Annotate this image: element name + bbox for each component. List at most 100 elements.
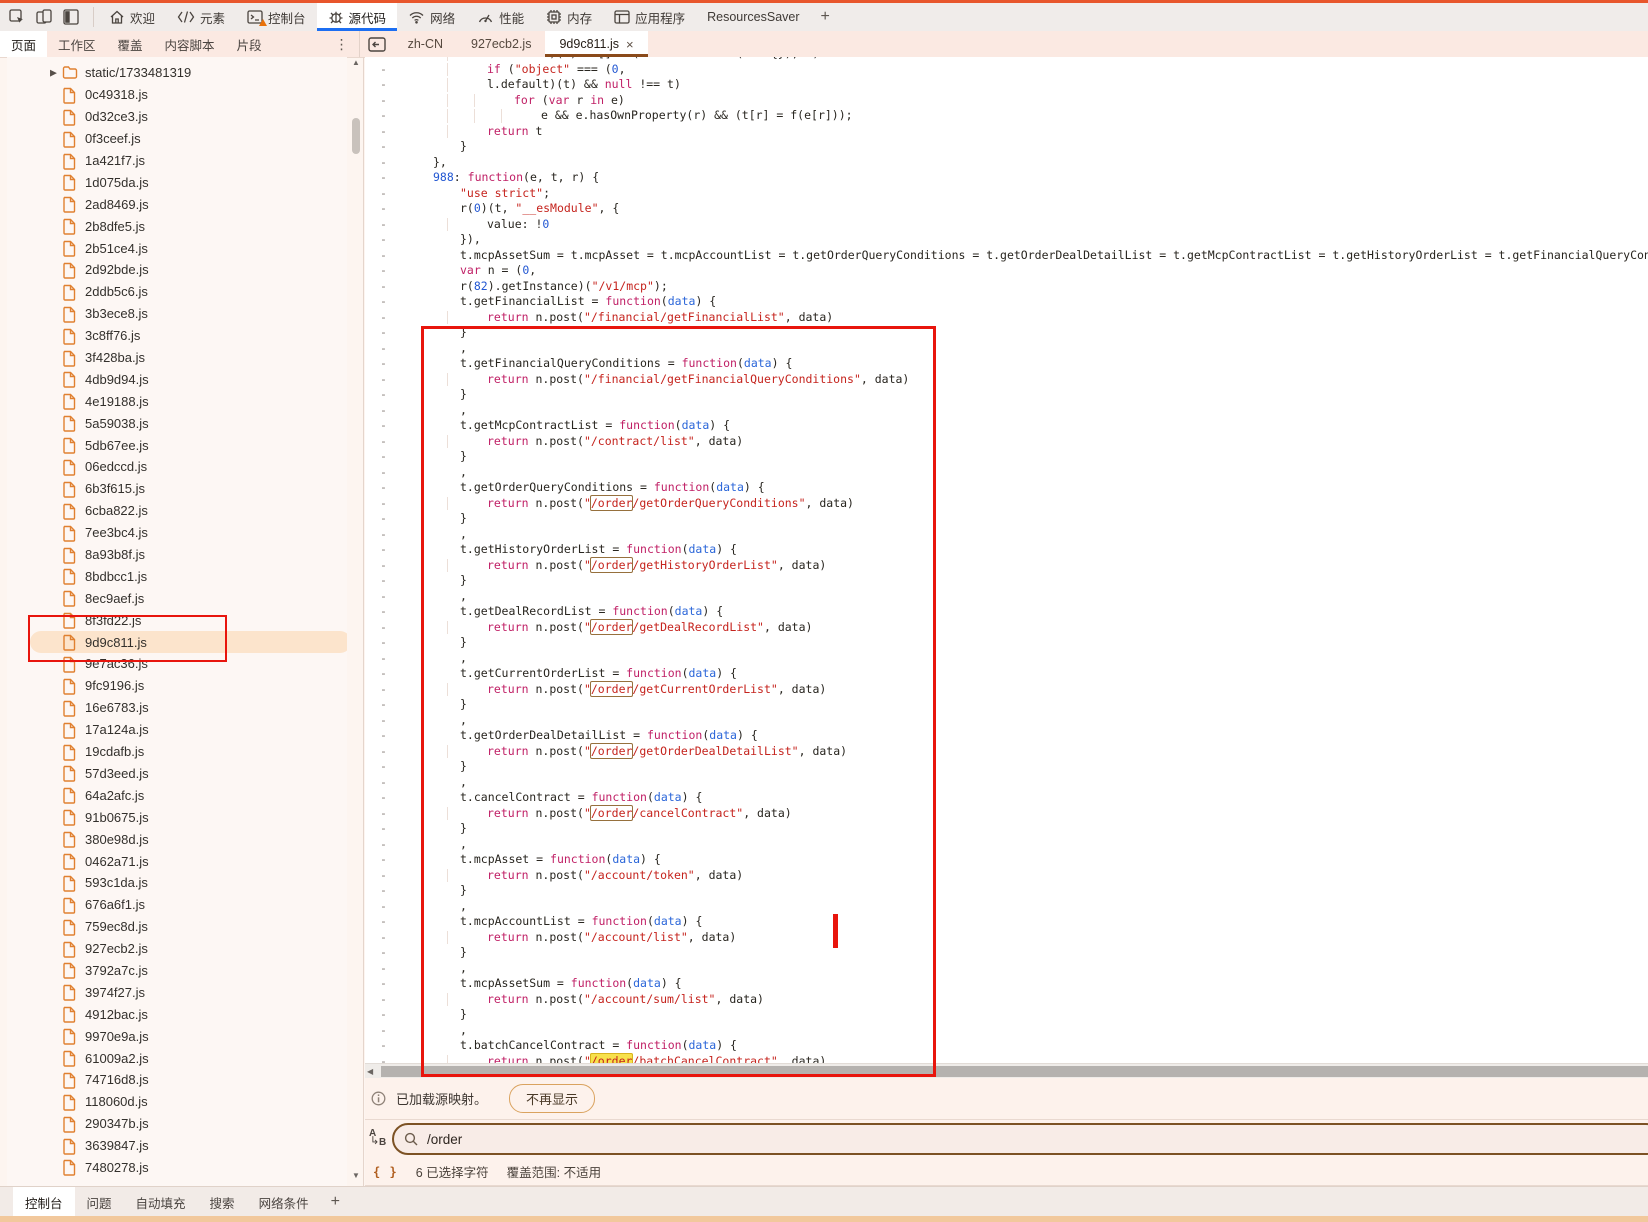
tree-file[interactable]: 64a2afc.js [7,784,347,806]
gutter-mark[interactable]: - [380,387,390,403]
gutter-mark[interactable]: - [380,1038,390,1054]
code-line[interactable]: -for (var r in e) [365,93,1648,109]
code-line[interactable]: -t.getCurrentOrderList = function(data) … [365,666,1648,682]
code-line[interactable]: -, [365,1023,1648,1039]
tree-file[interactable]: 6b3f615.js [7,478,347,500]
tree-file[interactable]: 0462a71.js [7,850,347,872]
gutter-mark[interactable]: - [380,403,390,419]
code-line[interactable]: -t.getDealRecordList = function(data) { [365,604,1648,620]
gutter-mark[interactable]: - [380,728,390,744]
code-line[interactable]: -return n.post("/financial/getFinancialQ… [365,372,1648,388]
code-line[interactable]: -r(82).getInstance)("/v1/mcp"); [365,279,1648,295]
gutter-mark[interactable]: - [380,155,390,171]
drawer-more-button[interactable]: + [321,1187,350,1217]
inspect-element-icon[interactable] [8,9,25,26]
dock-side-icon[interactable] [62,9,79,26]
tree-file[interactable]: 9e7ac36.js [7,653,347,675]
horizontal-scrollbar-thumb[interactable] [381,1066,1648,1077]
tree-file[interactable]: 8bdbcc1.js [7,565,347,587]
file-tab-927ecb2[interactable]: 927ecb2.js [457,31,545,57]
gutter-mark[interactable]: - [380,108,390,124]
navigate-back-icon[interactable] [360,31,394,57]
gutter-mark[interactable]: - [380,527,390,543]
panel-splitter[interactable] [363,57,364,1186]
gutter-mark[interactable]: - [380,620,390,636]
code-line[interactable]: -} [365,883,1648,899]
tree-file[interactable]: 0c49318.js [7,84,347,106]
gutter-mark[interactable]: - [380,341,390,357]
device-toolbar-icon[interactable] [35,9,52,26]
code-line[interactable]: -var n = (0, [365,263,1648,279]
code-line[interactable]: -return n.post("/order/getCurrentOrderLi… [365,682,1648,698]
code-line[interactable]: -, [365,527,1648,543]
gutter-mark[interactable]: - [380,976,390,992]
tree-file[interactable]: 927ecb2.js [7,938,347,960]
gutter-mark[interactable]: - [380,775,390,791]
code-line[interactable]: -t.mcpAsset = function(data) { [365,852,1648,868]
panel-tab-application[interactable]: 应用程序 [603,3,696,31]
panel-tab-welcome[interactable]: 欢迎 [98,3,166,31]
gutter-mark[interactable]: - [380,480,390,496]
panel-tab-network[interactable]: 网络 [397,3,466,31]
gutter-mark[interactable]: - [380,697,390,713]
search-input[interactable]: /order [392,1123,1648,1155]
code-line[interactable]: -if ("object" === (0, [365,62,1648,78]
tree-file[interactable]: 4db9d94.js [7,368,347,390]
close-icon[interactable]: × [626,37,634,52]
pretty-print-icon[interactable]: { } [373,1165,398,1179]
tree-file[interactable]: 8f3fd22.js [7,609,347,631]
gutter-mark[interactable]: - [380,449,390,465]
sidebar-tab-snippets[interactable]: 片段 [226,31,273,57]
gutter-mark[interactable]: - [380,1054,390,1064]
tree-file[interactable]: 19cdafb.js [7,741,347,763]
scroll-left-icon[interactable]: ◀ [367,1067,373,1076]
code-line[interactable]: -, [365,589,1648,605]
gutter-mark[interactable]: - [380,1007,390,1023]
gutter-mark[interactable]: - [380,217,390,233]
code-line[interactable]: -t.mcpAssetSum = t.mcpAsset = t.mcpAccou… [365,248,1648,264]
code-line[interactable]: -return n.post("/account/list", data) [365,930,1648,946]
gutter-mark[interactable]: - [380,248,390,264]
gutter-mark[interactable]: - [380,759,390,775]
sidebar-tab-overrides[interactable]: 覆盖 [107,31,154,57]
code-line[interactable]: -return t [365,124,1648,140]
code-line[interactable]: -, [365,465,1648,481]
code-line[interactable]: -, [365,651,1648,667]
tree-file[interactable]: 4e19188.js [7,390,347,412]
code-line[interactable]: -t.getFinancialQueryConditions = functio… [365,356,1648,372]
gutter-mark[interactable]: - [380,1023,390,1039]
code-line[interactable]: -return n.post("/financial/getFinancialL… [365,310,1648,326]
tree-file[interactable]: 6cba822.js [7,500,347,522]
code-line[interactable]: -return n.post("/order/getHistoryOrderLi… [365,558,1648,574]
panel-tab-sources[interactable]: 源代码 [317,3,398,31]
code-line[interactable]: -return n.post("/order/getOrderQueryCond… [365,496,1648,512]
code-line[interactable]: -, [365,837,1648,853]
tree-file[interactable]: 8a93b8f.js [7,544,347,566]
code-line[interactable]: -return n.post("/order/cancelContract", … [365,806,1648,822]
gutter-mark[interactable]: - [380,558,390,574]
code-line[interactable]: -t.getFinancialList = function(data) { [365,294,1648,310]
tree-file[interactable]: 16e6783.js [7,697,347,719]
panel-tab-console[interactable]: 控制台 [236,3,317,31]
drawer-tab-console[interactable]: 控制台 [13,1187,75,1217]
disclosure-arrow-icon[interactable]: ▶ [50,67,57,78]
gutter-mark[interactable]: - [380,651,390,667]
code-line[interactable]: -} [365,697,1648,713]
code-line[interactable]: -t.batchCancelContract = function(data) … [365,1038,1648,1054]
tree-file[interactable]: 3c8ff76.js [7,325,347,347]
code-editor[interactable]: -s.default)(t) ? [] : (null !== t && (t … [365,57,1648,1063]
gutter-mark[interactable]: - [380,294,390,310]
tree-folder[interactable]: ▶ static/1733481319 [7,62,347,84]
gutter-mark[interactable]: - [380,232,390,248]
code-line[interactable]: -return n.post("/order/getOrderDealDetai… [365,744,1648,760]
gutter-mark[interactable]: - [380,821,390,837]
tree-file[interactable]: 5a59038.js [7,412,347,434]
tree-file[interactable]: 4912bac.js [7,1003,347,1025]
tree-file[interactable]: 91b0675.js [7,806,347,828]
code-line[interactable]: -, [365,341,1648,357]
tree-scrollbar-thumb[interactable] [352,118,360,154]
tree-file[interactable]: 57d3eed.js [7,763,347,785]
gutter-mark[interactable]: - [380,542,390,558]
code-line[interactable]: -t.mcpAccountList = function(data) { [365,914,1648,930]
tree-file[interactable]: 0f3ceef.js [7,128,347,150]
